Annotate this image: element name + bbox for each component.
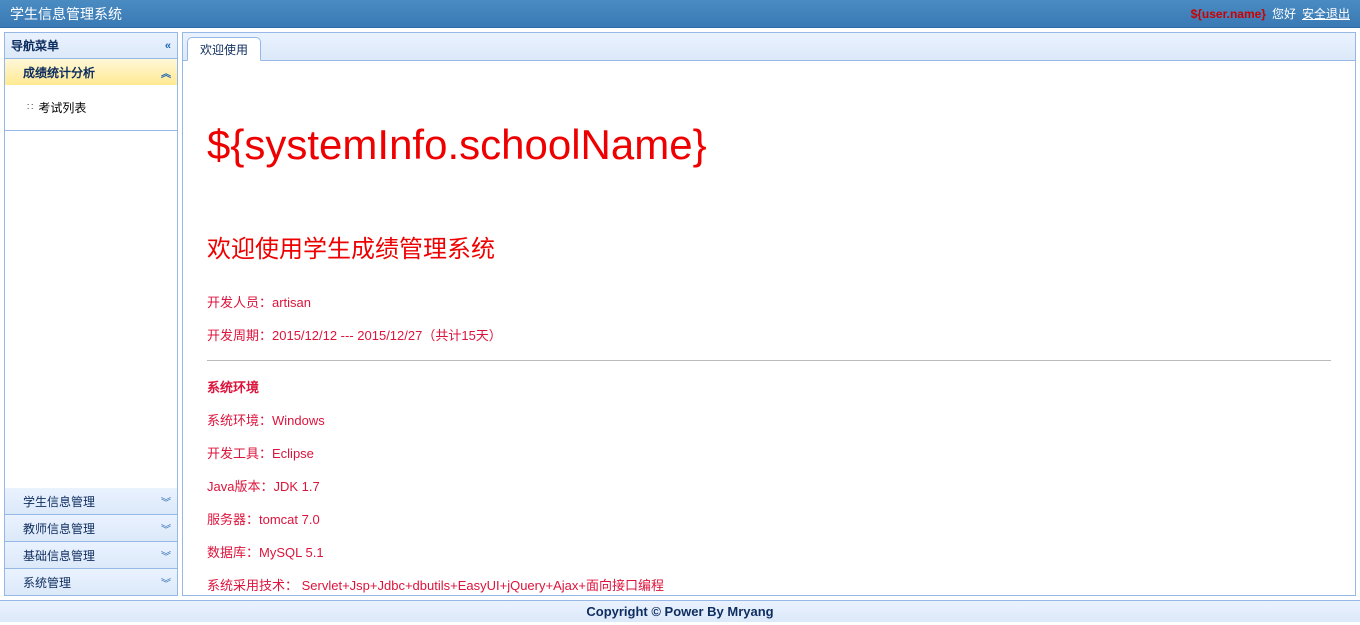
env-server: 服务器：tomcat 7.0 <box>207 509 1331 528</box>
logout-link[interactable]: 安全退出 <box>1302 5 1350 22</box>
top-bar: 学生信息管理系统 ${user.name} 您好 安全退出 <box>0 0 1360 28</box>
sidebar-title: 导航菜单 <box>11 37 59 54</box>
accordion-panel-grades: 成绩统计分析 ︽ ∷ 考试列表 <box>5 59 177 131</box>
accordion-body-grades: ∷ 考试列表 <box>5 85 177 130</box>
accordion-panel-basic: 基础信息管理 ︾ <box>5 542 177 569</box>
greeting-text: 您好 <box>1272 5 1296 22</box>
main-area: 欢迎使用 ${systemInfo.schoolName} 欢迎使用学生成绩管理… <box>182 32 1356 596</box>
chevron-down-icon: ︾ <box>161 521 171 536</box>
menu-item-exam-list[interactable]: ∷ 考试列表 <box>5 91 177 124</box>
body-wrap: 导航菜单 « 成绩统计分析 ︽ ∷ 考试列表 学生信息管理 ︾ <box>0 28 1360 600</box>
sidebar: 导航菜单 « 成绩统计分析 ︽ ∷ 考试列表 学生信息管理 ︾ <box>4 32 178 596</box>
sidebar-spacer <box>5 131 177 488</box>
chevron-down-icon: ︾ <box>161 494 171 509</box>
list-icon: ∷ <box>27 102 32 113</box>
accordion-label: 成绩统计分析 <box>23 64 95 81</box>
separator <box>207 360 1331 361</box>
welcome-content: ${systemInfo.schoolName} 欢迎使用学生成绩管理系统 开发… <box>183 61 1355 595</box>
chevron-down-icon: ︾ <box>161 575 171 590</box>
tab-welcome[interactable]: 欢迎使用 <box>187 37 261 61</box>
accordion-header-system[interactable]: 系统管理 ︾ <box>5 569 177 595</box>
menu-item-label: 考试列表 <box>38 99 86 116</box>
tabs-bar: 欢迎使用 <box>183 33 1355 61</box>
accordion-label: 基础信息管理 <box>23 547 95 564</box>
env-os: 系统环境：Windows <box>207 410 1331 429</box>
env-heading: 系统环境 <box>207 377 1331 396</box>
env-db: 数据库：MySQL 5.1 <box>207 542 1331 561</box>
accordion-panel-teacher: 教师信息管理 ︾ <box>5 515 177 542</box>
developer-line: 开发人员：artisan <box>207 292 1331 311</box>
user-name: ${user.name} <box>1191 7 1266 21</box>
chevron-down-icon: ︾ <box>161 548 171 563</box>
copyright-text: Copyright © Power By Mryang <box>586 604 773 619</box>
accordion-panel-system: 系统管理 ︾ <box>5 569 177 595</box>
period-line: 开发周期：2015/12/12 --- 2015/12/27（共计15天） <box>207 325 1331 344</box>
accordion-label: 教师信息管理 <box>23 520 95 537</box>
accordion-header-basic[interactable]: 基础信息管理 ︾ <box>5 542 177 568</box>
env-tech: 系统采用技术： Servlet+Jsp+Jdbc+dbutils+EasyUI+… <box>207 575 1331 594</box>
accordion-header-teacher[interactable]: 教师信息管理 ︾ <box>5 515 177 541</box>
accordion-label: 学生信息管理 <box>23 493 95 510</box>
collapse-left-icon[interactable]: « <box>165 40 171 52</box>
tab-label: 欢迎使用 <box>200 41 248 58</box>
accordion-panel-student: 学生信息管理 ︾ <box>5 488 177 515</box>
footer: Copyright © Power By Mryang <box>0 600 1360 622</box>
chevron-up-icon: ︽ <box>161 65 171 80</box>
accordion-header-student[interactable]: 学生信息管理 ︾ <box>5 488 177 514</box>
env-ide: 开发工具：Eclipse <box>207 443 1331 462</box>
accordion-label: 系统管理 <box>23 574 71 591</box>
school-name-heading: ${systemInfo.schoolName} <box>207 121 1331 169</box>
env-java: Java版本：JDK 1.7 <box>207 476 1331 495</box>
app-title: 学生信息管理系统 <box>10 4 122 24</box>
sidebar-header: 导航菜单 « <box>5 33 177 59</box>
welcome-heading: 欢迎使用学生成绩管理系统 <box>207 229 1331 264</box>
user-area: ${user.name} 您好 安全退出 <box>1191 5 1350 22</box>
accordion-header-grades[interactable]: 成绩统计分析 ︽ <box>5 59 177 85</box>
